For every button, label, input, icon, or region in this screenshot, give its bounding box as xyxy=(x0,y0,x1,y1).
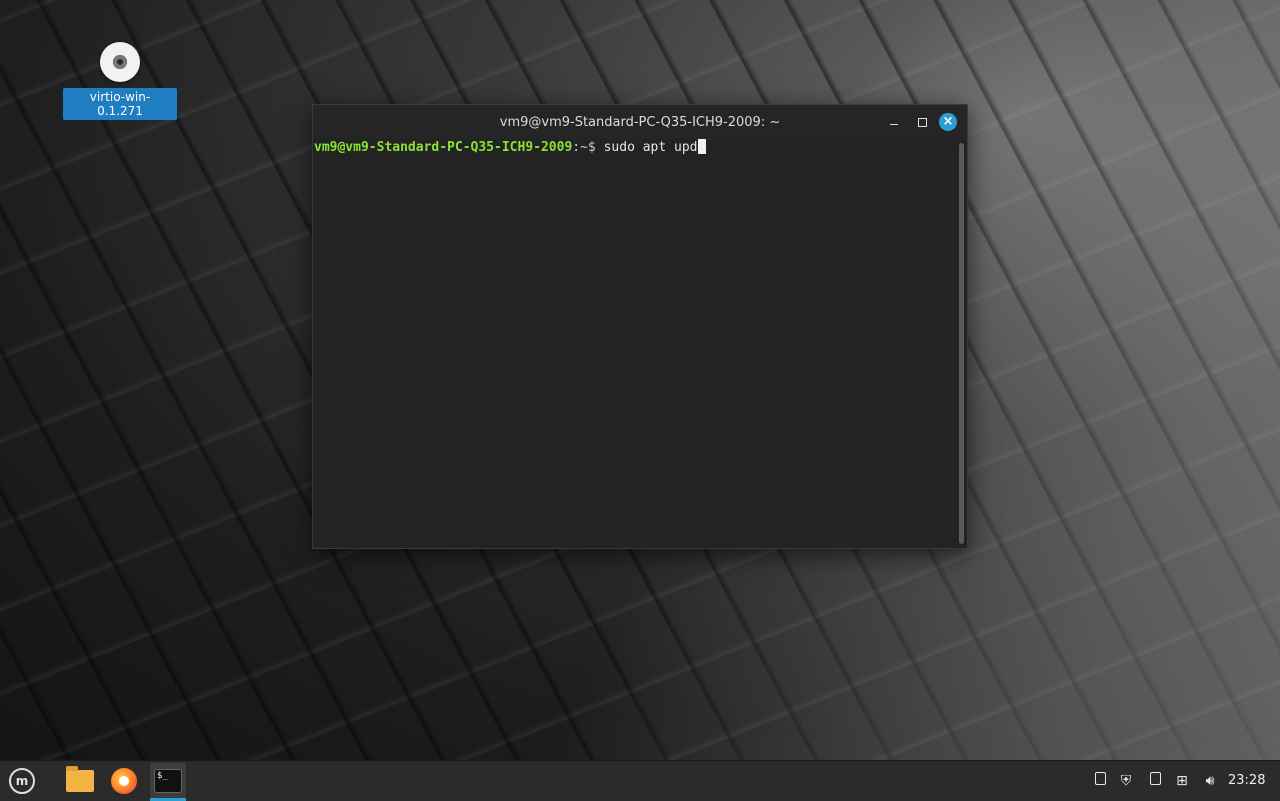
close-icon: × xyxy=(942,114,954,129)
desktop: virtio-win-0.1.271 vm9@vm9-Standard-PC-Q… xyxy=(0,0,1280,760)
terminal-prompt-line: vm9@vm9-Standard-PC-Q35-ICH9-2009:~$ sud… xyxy=(314,139,967,156)
firefox-icon xyxy=(111,768,137,794)
terminal-window[interactable]: vm9@vm9-Standard-PC-Q35-ICH9-2009: ~ × v… xyxy=(312,104,968,549)
window-title: vm9@vm9-Standard-PC-Q35-ICH9-2009: ~ xyxy=(499,115,781,130)
text-cursor xyxy=(697,139,706,154)
volume-tray[interactable]: 🔊︎ xyxy=(1200,771,1220,791)
desktop-icon-virtio-win[interactable]: virtio-win-0.1.271 xyxy=(63,42,177,120)
folder-icon xyxy=(66,766,94,792)
close-button[interactable]: × xyxy=(939,113,957,131)
prompt-user-host: vm9@vm9-Standard-PC-Q35-ICH9-2009 xyxy=(314,140,573,155)
window-titlebar[interactable]: vm9@vm9-Standard-PC-Q35-ICH9-2009: ~ × xyxy=(313,105,967,139)
optical-disc-icon xyxy=(100,42,140,82)
taskbar: m $_ ⛨ ⊞ 🔊︎ 23:28 xyxy=(0,760,1280,801)
terminal-command: sudo apt upd xyxy=(603,140,698,155)
prompt-separator: :~$ xyxy=(572,140,604,155)
desktop-icon-label: virtio-win-0.1.271 xyxy=(63,88,177,120)
shield-icon: ⛨ xyxy=(1120,773,1132,789)
linux-mint-menu-icon: m xyxy=(9,768,35,794)
files-launcher[interactable] xyxy=(62,763,98,799)
maximize-icon xyxy=(917,118,927,127)
terminal-icon: $_ xyxy=(154,769,182,793)
maximize-button[interactable] xyxy=(913,113,931,131)
terminal-body[interactable]: vm9@vm9-Standard-PC-Q35-ICH9-2009:~$ sud… xyxy=(313,139,967,548)
taskbar-clock[interactable]: 23:28 xyxy=(1228,773,1265,788)
start-menu-button[interactable]: m xyxy=(4,763,40,799)
terminal-launcher[interactable]: $_ xyxy=(150,763,186,801)
notes-icon xyxy=(1149,772,1161,785)
update-manager-tray[interactable] xyxy=(1090,771,1110,791)
update-manager-icon xyxy=(1094,772,1106,785)
minimize-button[interactable] xyxy=(885,113,903,131)
network-icon: ⊞ xyxy=(1176,773,1188,789)
notes-tray[interactable] xyxy=(1145,771,1165,791)
network-tray[interactable]: ⊞ xyxy=(1172,771,1192,791)
security-tray[interactable]: ⛨ xyxy=(1116,771,1136,791)
firefox-launcher[interactable] xyxy=(106,763,142,799)
minimize-icon xyxy=(890,124,898,125)
volume-icon: 🔊︎ xyxy=(1205,773,1215,789)
terminal-scrollbar[interactable] xyxy=(959,143,964,544)
